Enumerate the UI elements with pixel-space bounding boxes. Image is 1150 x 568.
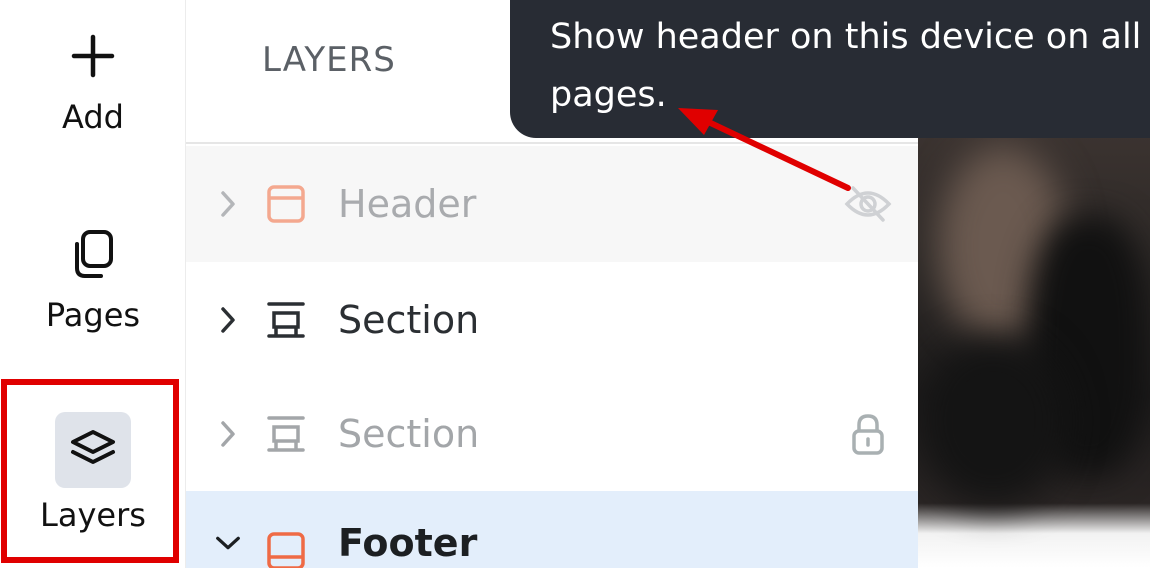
- preview-blur-shape: [918, 336, 1068, 506]
- canvas-preview-image: [918, 136, 1150, 568]
- footer-block-icon: [264, 529, 308, 568]
- layer-row-section[interactable]: Section: [186, 262, 918, 378]
- layer-row-footer[interactable]: Footer: [186, 491, 918, 568]
- section-block-icon: [264, 298, 308, 342]
- chevron-right-icon[interactable]: [214, 190, 242, 218]
- layer-label: Section: [338, 412, 480, 456]
- chevron-right-icon[interactable]: [214, 306, 242, 334]
- section-block-icon: [264, 412, 308, 456]
- eye-off-icon[interactable]: [842, 178, 894, 230]
- tooltip-text: Show header on this device on all pages.: [550, 17, 1142, 115]
- pages-icon: [55, 216, 131, 292]
- layer-row-header[interactable]: Header: [186, 146, 918, 262]
- layer-label: Section: [338, 298, 480, 342]
- pages-button[interactable]: Pages: [0, 216, 186, 334]
- add-button[interactable]: Add: [0, 18, 186, 136]
- layers-button[interactable]: Layers: [0, 412, 186, 534]
- add-label: Add: [62, 98, 124, 136]
- panel-title: LAYERS: [262, 40, 396, 80]
- header-block-icon: [264, 182, 308, 226]
- pages-label: Pages: [45, 296, 141, 334]
- layer-label: Header: [338, 182, 477, 226]
- layer-label: Footer: [338, 521, 478, 565]
- lock-icon[interactable]: [842, 408, 894, 460]
- layers-icon: [55, 412, 131, 488]
- chevron-down-icon[interactable]: [214, 529, 242, 557]
- chevron-right-icon[interactable]: [214, 420, 242, 448]
- panel-divider: [186, 142, 918, 144]
- layers-label: Layers: [40, 496, 146, 534]
- layer-row-section-locked[interactable]: Section: [186, 376, 918, 492]
- plus-icon: [55, 18, 131, 94]
- left-rail: Add Pages Layers: [0, 0, 186, 568]
- visibility-tooltip: Show header on this device on all pages.: [510, 0, 1150, 138]
